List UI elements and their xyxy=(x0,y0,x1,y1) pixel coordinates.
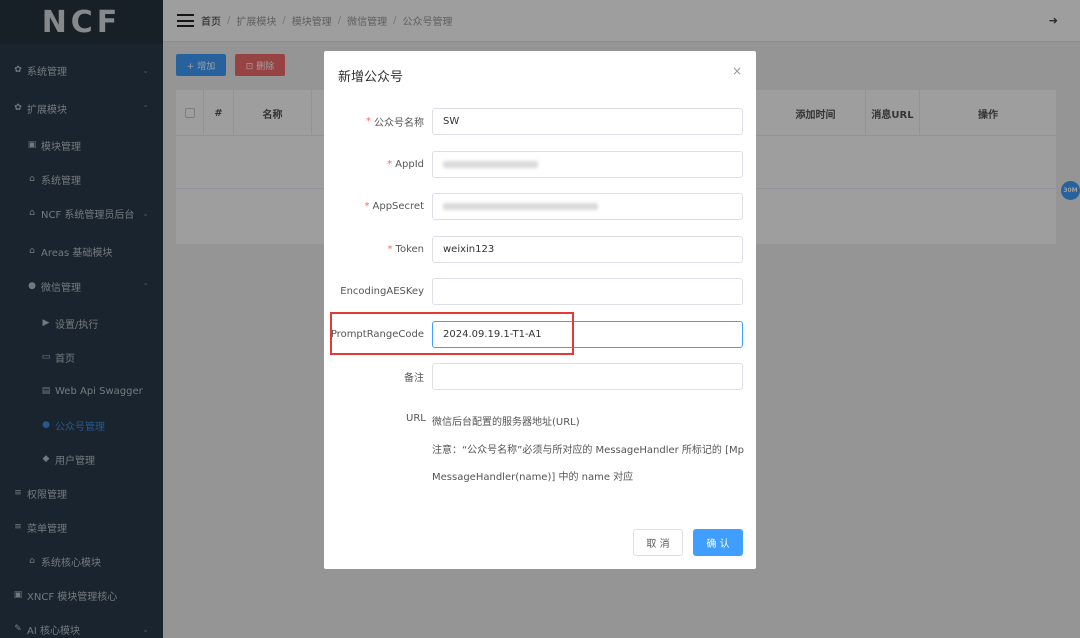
close-icon[interactable]: × xyxy=(732,64,742,78)
form-row-remark: 备注 xyxy=(324,363,756,390)
field-label: * Token xyxy=(387,244,424,255)
url-note: MessageHandler(name)] 中的 name 对应 xyxy=(432,472,634,483)
add-account-dialog: 新增公众号 × * 公众号名称 SW * AppId * AppSecret * Tok… xyxy=(324,51,756,569)
field-label: * 公众号名称 xyxy=(366,116,424,129)
encoding-aes-key-input[interactable] xyxy=(432,278,743,305)
url-note: 注意：“公众号名称”必须与所对应的 MessageHandler 所标记的 [M… xyxy=(432,445,744,456)
form-row-token: * Token weixin123 xyxy=(324,236,756,263)
token-input[interactable]: weixin123 xyxy=(432,236,743,263)
appsecret-input[interactable] xyxy=(432,193,743,220)
appid-input[interactable] xyxy=(432,151,743,178)
form-row-appid: * AppId xyxy=(324,151,756,178)
form-row-appsecret: * AppSecret xyxy=(324,193,756,220)
redacted-value xyxy=(443,203,598,210)
field-label: * AppId xyxy=(387,159,424,170)
field-label: * AppSecret xyxy=(364,201,425,212)
account-name-input[interactable]: SW xyxy=(432,108,743,135)
redacted-value xyxy=(443,161,538,168)
form-row-encoding-aes-key: EncodingAESKey xyxy=(324,278,756,305)
remark-input[interactable] xyxy=(432,363,743,390)
field-label: EncodingAESKey xyxy=(340,286,424,297)
field-label: 备注 xyxy=(404,373,424,384)
confirm-button[interactable]: 确 认 xyxy=(693,529,743,556)
url-label: URL xyxy=(406,413,426,424)
dialog-title: 新增公众号 xyxy=(338,70,404,85)
form-row-account-name: * 公众号名称 SW xyxy=(324,108,756,135)
cancel-button[interactable]: 取 消 xyxy=(633,529,683,556)
highlight-box xyxy=(330,312,574,355)
url-hint: 微信后台配置的服务器地址(URL) xyxy=(432,417,580,428)
